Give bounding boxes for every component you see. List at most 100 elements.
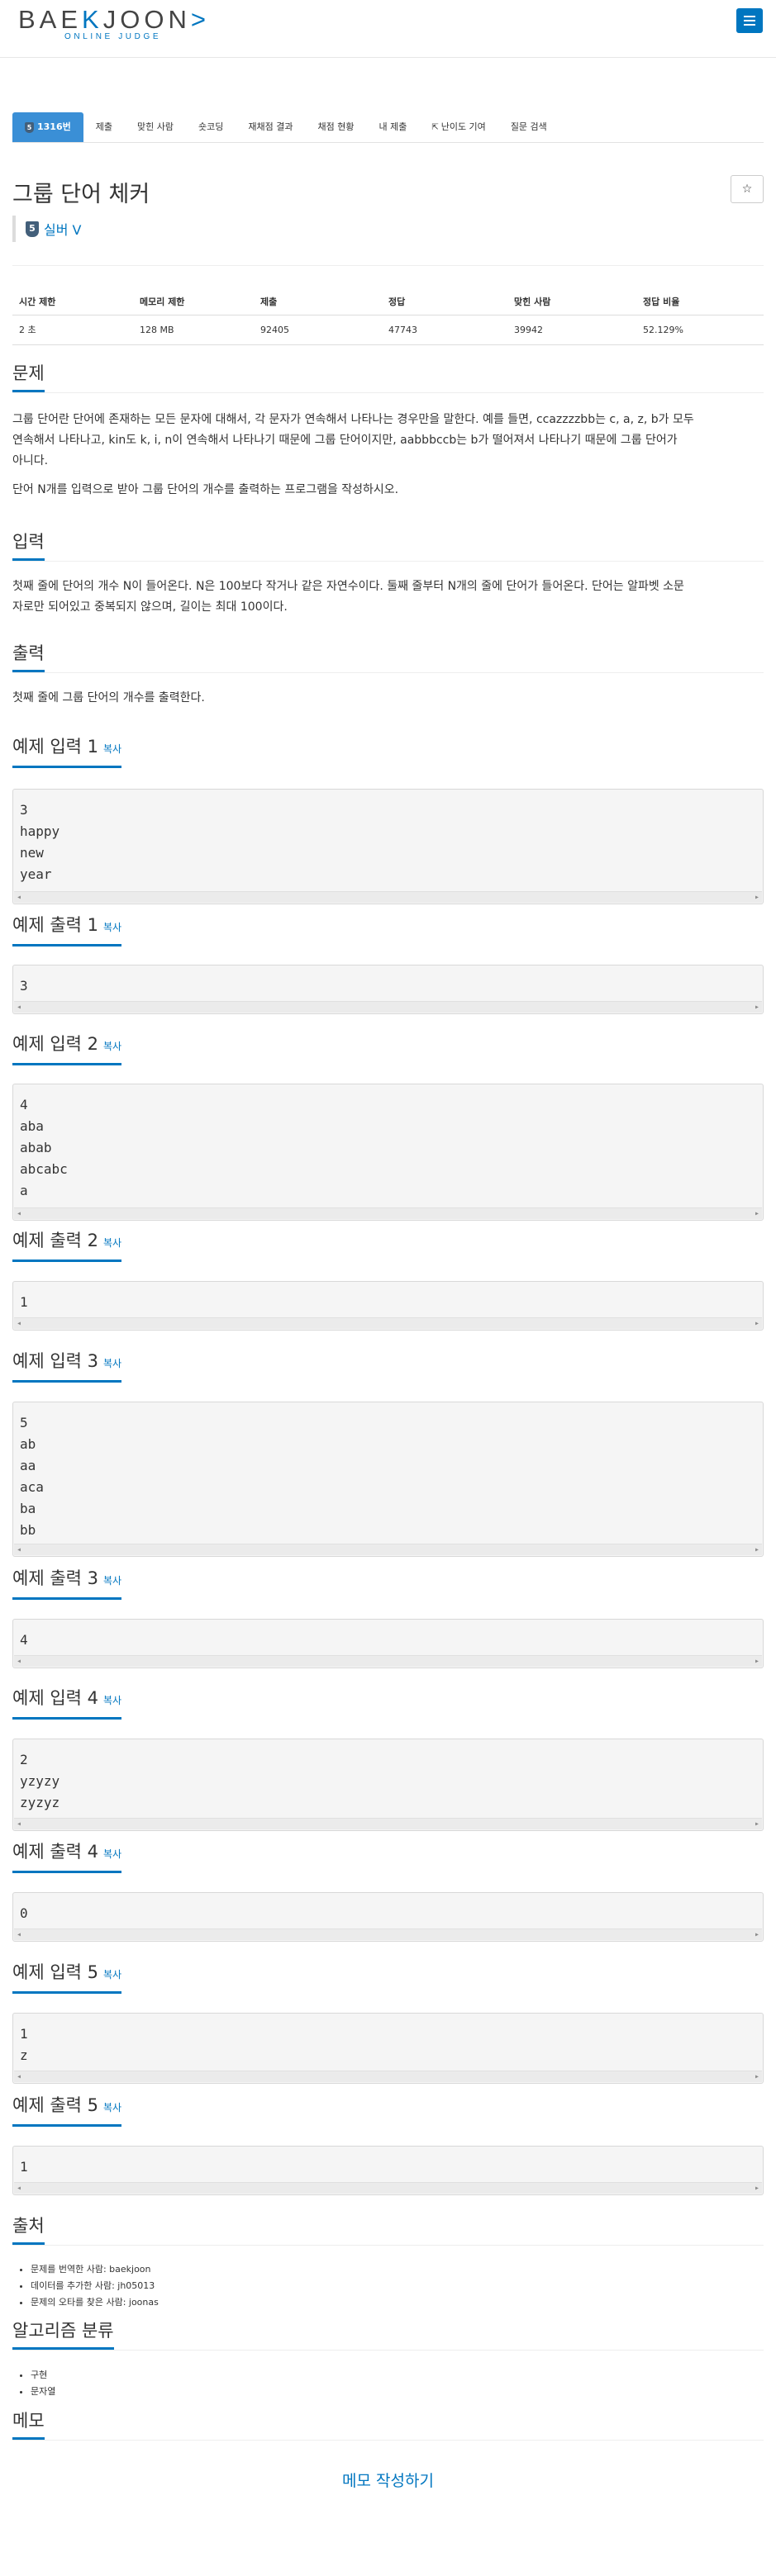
sample-input-5[interactable]: 1 z ◂ ▸ — [12, 2013, 764, 2084]
memo-section: 메모 — [12, 2409, 764, 2441]
tab-status[interactable]: 채점 현황 — [305, 112, 366, 142]
list-item[interactable]: 구현 — [31, 2367, 55, 2384]
scroll-right-icon[interactable]: ▸ — [755, 1819, 759, 1830]
copy-button[interactable]: 복사 — [103, 1237, 121, 1249]
problem-description: 그룹 단어란 단어에 존재하는 모든 문자에 대해서, 각 문자가 연속해서 나… — [12, 413, 694, 496]
copy-button[interactable]: 복사 — [103, 1358, 121, 1369]
sample-output-3[interactable]: 4 ◂ ▸ — [12, 1619, 764, 1668]
tier-shield-icon: 5 — [26, 221, 39, 237]
scroll-left-icon[interactable]: ◂ — [17, 2071, 21, 2083]
tab-rejudge-result[interactable]: 재채점 결과 — [236, 112, 305, 142]
section-title-output: 출력 — [12, 642, 45, 672]
value-solved-users[interactable]: 39942 — [507, 315, 636, 345]
source-list: 문제를 번역한 사람: baekjoon 데이터를 추가한 사람: jh0501… — [31, 2261, 159, 2311]
scroll-right-icon[interactable]: ▸ — [755, 2071, 759, 2083]
sample-input-1[interactable]: 3 happy new year ◂ ▸ — [12, 789, 764, 904]
section-title-source: 출처 — [12, 2214, 45, 2245]
list-item: 데이터를 추가한 사람: jh05013 — [31, 2278, 159, 2294]
value-submissions[interactable]: 92405 — [254, 315, 382, 345]
copy-button[interactable]: 복사 — [103, 1969, 121, 1981]
section-title-memo: 메모 — [12, 2409, 45, 2440]
tab-solved-users[interactable]: 맞힌 사람 — [125, 112, 186, 142]
scroll-left-icon[interactable]: ◂ — [17, 1819, 21, 1830]
problem-section: 문제 그룹 단어란 단어에 존재하는 모든 문자에 대해서, 각 문자가 연속해… — [12, 362, 764, 500]
tab-short-coding[interactable]: 숏코딩 — [186, 112, 236, 142]
scroll-left-icon[interactable]: ◂ — [17, 2183, 21, 2194]
scroll-right-icon[interactable]: ▸ — [755, 1929, 759, 1941]
sample-output-5[interactable]: 1 ◂ ▸ — [12, 2146, 764, 2195]
tab-question-search[interactable]: 질문 검색 — [498, 112, 559, 142]
horizontal-scrollbar[interactable]: ◂ ▸ — [14, 2182, 762, 2194]
star-icon: ☆ — [741, 183, 753, 196]
list-item[interactable]: 문자열 — [31, 2384, 55, 2400]
sample-output-4-header: 예제 출력 4 복사 — [12, 1840, 764, 1873]
scroll-left-icon[interactable]: ◂ — [17, 1318, 21, 1330]
menu-toggle-button[interactable] — [736, 8, 763, 33]
divider — [12, 265, 764, 266]
tier-label: 실버 V — [44, 222, 82, 238]
scroll-right-icon[interactable]: ▸ — [755, 2183, 759, 2194]
page-title: 그룹 단어 체커 — [12, 182, 150, 207]
copy-button[interactable]: 복사 — [103, 743, 121, 755]
sample-output-4[interactable]: 0 ◂ ▸ — [12, 1892, 764, 1942]
favorite-star-button[interactable]: ☆ — [731, 175, 764, 203]
copy-button[interactable]: 복사 — [103, 1848, 121, 1860]
value-time-limit: 2 초 — [12, 315, 133, 345]
sample-output-2[interactable]: 1 ◂ ▸ — [12, 1281, 764, 1331]
tab-my-submissions[interactable]: 내 제출 — [366, 112, 419, 142]
problem-info-table: 시간 제한 메모리 제한 제출 정답 맞힌 사람 정답 비율 2 초 128 M… — [12, 288, 764, 345]
source-section: 출처 — [12, 2214, 764, 2246]
input-section: 입력 첫째 줄에 단어의 개수 N이 들어온다. N은 100보다 작거나 같은… — [12, 530, 764, 618]
scroll-right-icon[interactable]: ▸ — [755, 1544, 759, 1556]
horizontal-scrollbar[interactable]: ◂ ▸ — [14, 2071, 762, 2082]
copy-button[interactable]: 복사 — [103, 2102, 121, 2113]
sample-input-5-header: 예제 입력 5 복사 — [12, 1961, 764, 1994]
table-row: 2 초 128 MB 92405 47743 39942 52.129% — [12, 315, 764, 345]
sample-input-2[interactable]: 4 aba abab abcabc a ◂ ▸ — [12, 1084, 764, 1221]
site-logo[interactable]: BAEKJOON> ONLINE JUDGE — [18, 5, 225, 45]
tab-problem-number[interactable]: 5 1316번 — [12, 112, 83, 142]
horizontal-scrollbar[interactable]: ◂ ▸ — [14, 1317, 762, 1329]
header-submissions: 제출 — [254, 288, 382, 315]
copy-button[interactable]: 복사 — [103, 1575, 121, 1587]
sample-input-3[interactable]: 5 ab aa aca ba bb ◂ ▸ — [12, 1402, 764, 1557]
write-memo-link[interactable]: 메모 작성하기 — [0, 2469, 776, 2491]
sample-input-2-header: 예제 입력 2 복사 — [12, 1032, 764, 1065]
sample-input-4-header: 예제 입력 4 복사 — [12, 1686, 764, 1720]
value-accepted[interactable]: 47743 — [382, 315, 507, 345]
scroll-right-icon[interactable]: ▸ — [755, 892, 759, 904]
scroll-left-icon[interactable]: ◂ — [17, 1544, 21, 1556]
header-memory-limit: 메모리 제한 — [133, 288, 254, 315]
sample-output-1[interactable]: 3 ◂ ▸ — [12, 965, 764, 1014]
algorithm-section: 알고리즘 분류 — [12, 2319, 764, 2351]
horizontal-scrollbar[interactable]: ◂ ▸ — [14, 1655, 762, 1667]
scroll-right-icon[interactable]: ▸ — [755, 1318, 759, 1330]
problem-tier[interactable]: 5 실버 V — [12, 216, 81, 242]
scroll-right-icon[interactable]: ▸ — [755, 1656, 759, 1668]
tab-difficulty-contribute[interactable]: ⇱ 난이도 기여 — [419, 112, 498, 142]
scroll-left-icon[interactable]: ◂ — [17, 1656, 21, 1668]
scroll-left-icon[interactable]: ◂ — [17, 1208, 21, 1220]
horizontal-scrollbar[interactable]: ◂ ▸ — [14, 1818, 762, 1829]
sample-input-4[interactable]: 2 yzyzy zyzyz ◂ ▸ — [12, 1739, 764, 1831]
scroll-right-icon[interactable]: ▸ — [755, 1002, 759, 1013]
scroll-left-icon[interactable]: ◂ — [17, 1002, 21, 1013]
output-description: 첫째 줄에 그룹 단어의 개수를 출력한다. — [12, 691, 205, 704]
scroll-left-icon[interactable]: ◂ — [17, 1929, 21, 1941]
list-item: 문제를 번역한 사람: baekjoon — [31, 2261, 159, 2278]
copy-button[interactable]: 복사 — [103, 1041, 121, 1052]
algorithm-list: 구현 문자열 — [31, 2367, 55, 2400]
scroll-right-icon[interactable]: ▸ — [755, 1208, 759, 1220]
horizontal-scrollbar[interactable]: ◂ ▸ — [14, 891, 762, 903]
horizontal-scrollbar[interactable]: ◂ ▸ — [14, 1001, 762, 1013]
copy-button[interactable]: 복사 — [103, 922, 121, 933]
sample-output-1-header: 예제 출력 1 복사 — [12, 913, 764, 946]
horizontal-scrollbar[interactable]: ◂ ▸ — [14, 1207, 762, 1219]
horizontal-scrollbar[interactable]: ◂ ▸ — [14, 1928, 762, 1940]
copy-button[interactable]: 복사 — [103, 1695, 121, 1706]
scroll-left-icon[interactable]: ◂ — [17, 892, 21, 904]
horizontal-scrollbar[interactable]: ◂ ▸ — [14, 1544, 762, 1555]
tab-submit[interactable]: 제출 — [83, 112, 125, 142]
top-navbar: BAEKJOON> ONLINE JUDGE — [0, 0, 776, 58]
header-accept-rate: 정답 비율 — [636, 288, 764, 315]
